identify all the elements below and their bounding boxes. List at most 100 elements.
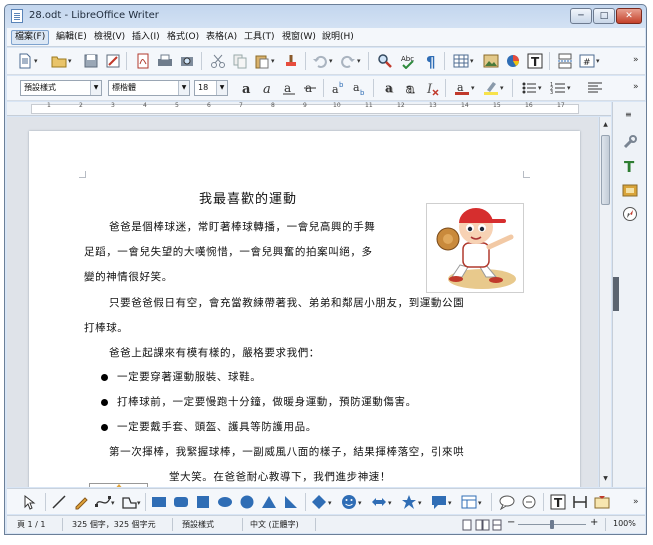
copy-icon[interactable] [232,53,248,69]
chevron-down-icon[interactable]: ▼ [90,81,101,95]
triangle-icon[interactable] [261,494,277,510]
highlight-dropdown-chevron-icon[interactable]: ▾ [500,84,504,92]
sidebar-menu-icon[interactable]: ≡ [625,110,632,119]
chevron-down-icon[interactable]: ▼ [216,81,227,95]
annotation-icon[interactable] [521,494,537,510]
word-count[interactable]: 325 個字，325 個字元 [72,519,156,530]
numbering-icon[interactable]: 123 [550,80,566,96]
zoom-in-icon[interactable]: + [590,517,598,528]
speech-bubble-icon[interactable] [499,494,515,510]
scroll-up-icon[interactable]: ▲ [600,119,611,131]
underline-icon[interactable]: a [281,80,297,96]
navigator-icon[interactable] [622,206,638,222]
document-area[interactable]: 我最喜歡的運動 爸爸是個棒球迷，常盯著棒球轉播，一會兒高興的手舞 足蹈，一會兒失… [7,117,598,487]
table-dropdown-chevron-icon[interactable]: ▾ [470,57,474,65]
field-dropdown-chevron-icon[interactable]: ▾ [596,57,600,65]
writer-app-icon[interactable] [11,9,23,23]
menu-file[interactable]: 檔案(F) [11,30,50,45]
open-folder-icon[interactable] [51,53,67,69]
document-page[interactable]: 我最喜歡的運動 爸爸是個棒球迷，常盯著棒球轉播，一會兒高興的手舞 足蹈，一會兒失… [29,131,580,487]
rounded-rectangle-icon[interactable] [173,494,189,510]
paste-icon[interactable] [254,53,270,69]
shadow-icon[interactable]: aa [382,80,398,96]
text-box-icon[interactable]: T [550,494,566,510]
line-icon[interactable] [51,494,67,510]
new-dropdown-chevron-icon[interactable]: ▾ [34,57,38,65]
curve-icon[interactable] [95,494,111,510]
menu-table[interactable]: 表格(A) [203,30,240,45]
maximize-button[interactable]: □ [593,8,615,24]
zoom-level[interactable]: 100% [613,519,636,528]
basic-shapes-dropdown-chevron-icon[interactable]: ▾ [328,499,332,507]
double-arrow-icon[interactable] [371,494,387,510]
menu-help[interactable]: 說明(H) [319,30,357,45]
properties-icon[interactable] [622,134,638,150]
language-indicator[interactable]: 中文 (正體字) [250,519,299,530]
save-icon[interactable] [83,53,99,69]
insert-table-icon[interactable] [453,53,469,69]
smiley-icon[interactable] [341,494,357,510]
undo-dropdown-chevron-icon[interactable]: ▾ [329,57,333,65]
italic-icon[interactable]: a [260,80,276,96]
fontwork-icon[interactable] [594,494,610,510]
ellipse-icon[interactable] [217,494,233,510]
formatting-marks-icon[interactable]: ¶ [423,53,439,69]
vertical-text-icon[interactable] [572,494,588,510]
baseball-kid-clipart[interactable] [426,203,524,293]
stars-dropdown-chevron-icon[interactable]: ▾ [418,499,422,507]
page-indicator[interactable]: 頁 1 / 1 [17,519,46,530]
select-icon[interactable] [21,494,37,510]
menu-edit[interactable]: 編輯(E) [53,30,90,45]
clear-formatting-icon[interactable]: I [424,80,440,96]
star-icon[interactable] [401,494,417,510]
font-color-icon[interactable]: a [454,80,470,96]
insert-image-icon[interactable] [483,53,499,69]
bold-icon[interactable]: a [239,80,255,96]
paragraph-style-select[interactable]: 預設樣式 ▼ [20,80,102,96]
export-pdf-icon[interactable] [135,53,151,69]
styles-icon[interactable]: T [622,158,638,174]
flowchart-dropdown-chevron-icon[interactable]: ▾ [478,499,482,507]
cut-icon[interactable] [210,53,226,69]
clone-formatting-icon[interactable] [283,53,299,69]
menu-insert[interactable]: 插入(I) [129,30,163,45]
menu-window[interactable]: 視窗(W) [279,30,319,45]
highlight-icon[interactable] [483,80,499,96]
undo-icon[interactable] [312,53,328,69]
new-document-icon[interactable] [17,53,33,69]
toolbar-overflow-icon[interactable]: » [633,55,639,65]
paste-dropdown-chevron-icon[interactable]: ▾ [271,57,275,65]
numbering-dropdown-chevron-icon[interactable]: ▾ [567,84,571,92]
polygon-icon[interactable] [121,494,137,510]
circle-icon[interactable] [239,494,255,510]
callout-icon[interactable] [431,494,447,510]
zoom-out-icon[interactable]: − [507,517,515,528]
insert-textbox-icon[interactable]: T [527,53,543,69]
menu-format[interactable]: 格式(O) [164,30,202,45]
menu-view[interactable]: 檢視(V) [91,30,128,45]
strikethrough-icon[interactable]: a [302,80,318,96]
print-icon[interactable] [157,53,173,69]
redo-dropdown-chevron-icon[interactable]: ▾ [357,57,361,65]
font-size-select[interactable]: 18 ▼ [194,80,228,96]
pencil-icon[interactable] [73,494,89,510]
vertical-scrollbar[interactable]: ▲ ▼ [599,117,611,487]
find-replace-icon[interactable] [377,53,393,69]
flowchart-icon[interactable] [461,494,477,510]
scrollbar-thumb[interactable] [601,135,610,205]
spellcheck-icon[interactable]: Abc [400,53,416,69]
subscript-icon[interactable]: ab [352,80,368,96]
sidebar-collapse-handle[interactable] [613,277,619,311]
horizontal-ruler[interactable]: 1 2 3 4 5 6 7 8 9 10 11 12 13 14 15 16 1… [7,102,611,116]
redo-icon[interactable] [340,53,356,69]
superscript-icon[interactable]: ab [331,80,347,96]
print-preview-icon[interactable] [179,53,195,69]
edit-document-icon[interactable] [105,53,121,69]
scroll-down-icon[interactable]: ▼ [600,473,611,485]
outline-icon[interactable]: a [403,80,419,96]
align-icon[interactable] [587,80,603,96]
close-button[interactable]: ✕ [616,8,642,24]
toolbar-overflow-icon[interactable]: » [633,82,639,92]
curve-dropdown-chevron-icon[interactable]: ▾ [111,499,115,507]
drawing-object-fragment[interactable] [89,483,149,487]
